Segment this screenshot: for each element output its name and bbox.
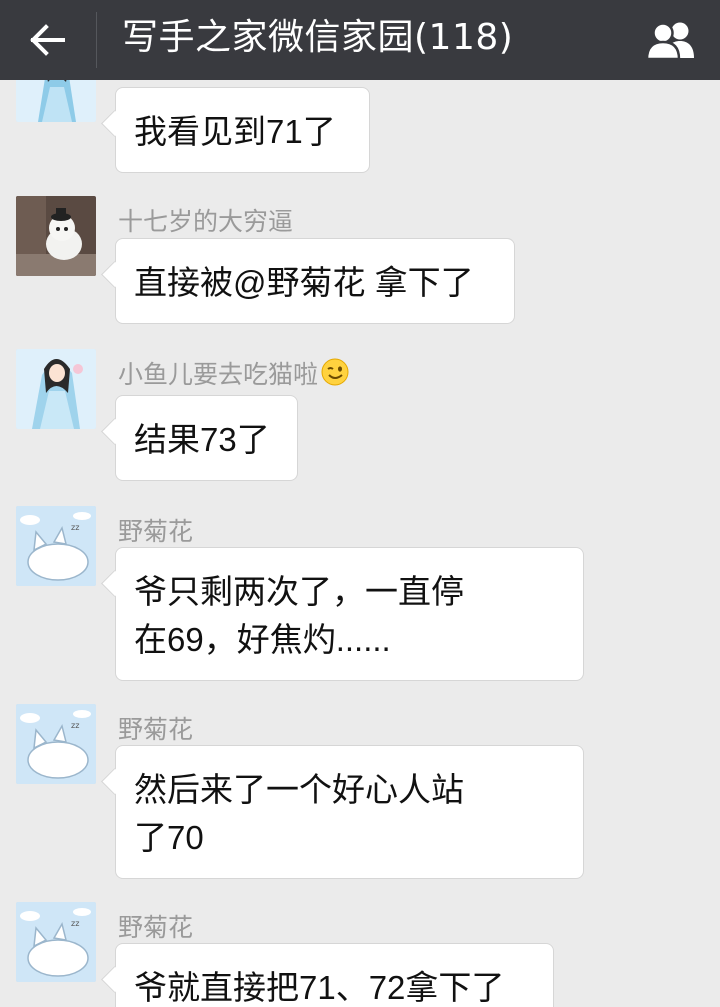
back-button[interactable]	[0, 0, 96, 80]
avatar[interactable]: zz	[16, 506, 96, 586]
avatar[interactable]: zz	[16, 704, 96, 784]
avatar[interactable]: zz	[16, 902, 96, 982]
sender-name: 十七岁的大穷逼	[118, 208, 294, 236]
message-bubble[interactable]: 爷只剩两次了，一直停 在69，好焦灼......	[115, 547, 584, 681]
message-bubble[interactable]: 爷就直接把71、72拿下了	[115, 943, 554, 1007]
sender-name: 小鱼儿要去吃猫啦	[118, 355, 350, 391]
avatar[interactable]	[16, 80, 96, 122]
sleeping-cat-avatar-icon: zz	[16, 902, 96, 982]
sender-name: 野菊花	[118, 518, 194, 546]
svg-text:zz: zz	[71, 919, 79, 928]
anime-girl-avatar-icon	[16, 80, 96, 122]
chat-message-list[interactable]: 我看见到71了 十七岁的大穷逼 直接被@野菊花 拿下了 小鱼儿要去吃猫啦 结果7…	[0, 80, 720, 1007]
message-bubble[interactable]: 然后来了一个好心人站 了70	[115, 745, 584, 879]
sender-name-text: 小鱼儿要去吃猫啦	[118, 361, 319, 389]
message-bubble[interactable]: 我看见到71了	[115, 87, 370, 173]
anime-girl-avatar-icon	[16, 349, 96, 429]
avatar[interactable]	[16, 349, 96, 429]
group-members-icon	[645, 22, 694, 60]
sender-name: 野菊花	[118, 914, 194, 942]
arrow-left-icon	[30, 24, 65, 56]
svg-text:zz: zz	[71, 523, 79, 532]
group-members-button[interactable]	[624, 0, 720, 80]
sleeping-cat-avatar-icon: zz	[16, 704, 96, 784]
chat-title: 写手之家微信家园(118)	[122, 17, 514, 58]
avatar[interactable]	[16, 196, 96, 276]
header-divider	[96, 12, 97, 68]
sleeping-cat-avatar-icon: zz	[16, 506, 96, 586]
white-dog-avatar-icon	[16, 196, 96, 276]
message-bubble[interactable]: 结果73了	[115, 395, 298, 481]
chat-header: 写手之家微信家园(118)	[0, 0, 720, 80]
svg-text:zz: zz	[71, 721, 79, 730]
sender-name: 野菊花	[118, 716, 194, 744]
wink-emoji-icon	[321, 358, 349, 386]
message-bubble[interactable]: 直接被@野菊花 拿下了	[115, 238, 515, 324]
